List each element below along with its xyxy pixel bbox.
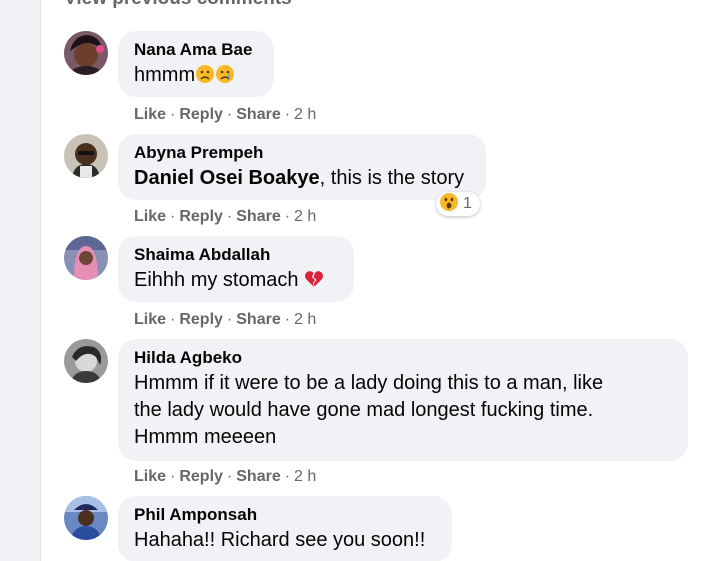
- avatar[interactable]: [64, 496, 108, 540]
- comment: Shaima Abdallah Eihhh my stomach Like · Re…: [64, 236, 720, 336]
- comment-text: Hmmm if it were to be a lady doing this …: [134, 370, 672, 451]
- comment-actions: Like · Reply · Share · 2 h: [134, 467, 316, 487]
- mention-link[interactable]: Daniel Osei Boakye: [134, 167, 320, 189]
- comment-author[interactable]: Nana Ama Bae: [134, 40, 258, 60]
- comment-bubble: Phil Amponsah Hahaha!! Richard see you s…: [118, 496, 452, 561]
- like-button[interactable]: Like: [134, 468, 166, 485]
- view-previous-comments-link[interactable]: View previous comments: [64, 0, 292, 10]
- comment-text: Eihhh my stomach: [134, 267, 338, 294]
- comment-text: hmmm: [134, 62, 258, 89]
- reply-button[interactable]: Reply: [179, 208, 223, 225]
- reaction-badge[interactable]: 1: [436, 192, 480, 216]
- comment-text-content: hmmm: [134, 64, 196, 86]
- separator: ·: [170, 468, 176, 485]
- separator: ·: [226, 468, 233, 485]
- left-border-panel: [0, 0, 41, 561]
- comment: Nana Ama Bae hmmm Like · Reply · Share · 2 h: [64, 31, 720, 131]
- avatar[interactable]: [64, 134, 108, 178]
- avatar[interactable]: [64, 339, 108, 383]
- separator: ·: [284, 106, 291, 123]
- crying-face-emoji: [215, 64, 235, 84]
- reply-button[interactable]: Reply: [179, 106, 223, 123]
- reply-button[interactable]: Reply: [179, 311, 223, 328]
- share-button[interactable]: Share: [236, 208, 280, 225]
- comment-author[interactable]: Hilda Agbeko: [134, 348, 672, 368]
- comment: Abyna Prempeh Daniel Osei Boakye, this i…: [64, 134, 720, 234]
- avatar[interactable]: [64, 31, 108, 75]
- reply-button[interactable]: Reply: [179, 468, 223, 485]
- comment-author[interactable]: Shaima Abdallah: [134, 245, 338, 265]
- separator: ·: [226, 311, 233, 328]
- separator: ·: [170, 208, 176, 225]
- comment-text-line: the lady would have gone mad longest fuc…: [134, 399, 594, 421]
- like-button[interactable]: Like: [134, 106, 166, 123]
- broken-heart-emoji: [304, 269, 324, 289]
- separator: ·: [226, 208, 233, 225]
- separator: ·: [284, 311, 291, 328]
- comment-text-line: Hmmm if it were to be a lady doing this …: [134, 372, 604, 394]
- reaction-count: 1: [463, 195, 472, 212]
- wow-reaction-icon: [439, 192, 459, 217]
- separator: ·: [226, 106, 233, 123]
- separator: ·: [170, 106, 176, 123]
- share-button[interactable]: Share: [236, 106, 280, 123]
- comment-text-content: , this is the story: [319, 167, 465, 189]
- like-button[interactable]: Like: [134, 208, 166, 225]
- comment-timestamp[interactable]: 2 h: [294, 106, 316, 123]
- comment-text: Daniel Osei Boakye, this is the story: [134, 165, 470, 192]
- separator: ·: [284, 468, 291, 485]
- comment: Hilda Agbeko Hmmm if it were to be a lad…: [64, 339, 720, 489]
- separator: ·: [170, 311, 176, 328]
- comment-actions: Like · Reply · Share · 2 h: [134, 310, 316, 330]
- comment-text-content: Eihhh my stomach: [134, 269, 299, 291]
- comment-bubble: Shaima Abdallah Eihhh my stomach: [118, 236, 354, 302]
- comment-actions: Like · Reply · Share · 2 h: [134, 207, 316, 227]
- comment-bubble: Nana Ama Bae hmmm: [118, 31, 274, 97]
- avatar[interactable]: [64, 236, 108, 280]
- comment-text-line: Hmmm meeeen: [134, 426, 277, 448]
- share-button[interactable]: Share: [236, 311, 280, 328]
- comment-actions: Like · Reply · Share · 2 h: [134, 105, 316, 125]
- comment-text: Hahaha!! Richard see you soon!!: [134, 527, 436, 554]
- share-button[interactable]: Share: [236, 468, 280, 485]
- comment: Phil Amponsah Hahaha!! Richard see you s…: [64, 496, 720, 561]
- like-button[interactable]: Like: [134, 311, 166, 328]
- comment-timestamp[interactable]: 2 h: [294, 468, 316, 485]
- comment-timestamp[interactable]: 2 h: [294, 311, 316, 328]
- comment-bubble: Hilda Agbeko Hmmm if it were to be a lad…: [118, 339, 688, 461]
- separator: ·: [284, 208, 291, 225]
- comment-author[interactable]: Abyna Prempeh: [134, 143, 470, 163]
- frowning-face-emoji: [195, 64, 215, 84]
- comment-author[interactable]: Phil Amponsah: [134, 505, 436, 525]
- comment-bubble: Abyna Prempeh Daniel Osei Boakye, this i…: [118, 134, 486, 200]
- comment-timestamp[interactable]: 2 h: [294, 208, 316, 225]
- comment-text-content: Hahaha!! Richard see you soon!!: [134, 529, 426, 551]
